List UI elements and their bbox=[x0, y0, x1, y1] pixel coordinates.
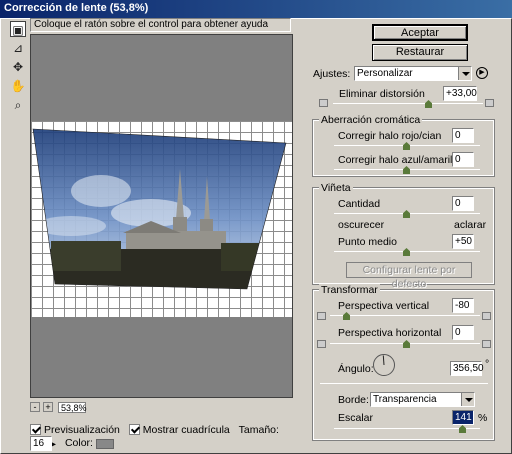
distortion-slider-track[interactable] bbox=[333, 103, 483, 104]
settings-select-value: Personalizar bbox=[357, 68, 413, 79]
zoom-out-button[interactable]: - bbox=[30, 402, 40, 412]
scale-slider-thumb[interactable] bbox=[459, 425, 466, 433]
hand-tool-icon[interactable]: ✋ bbox=[10, 78, 26, 94]
vignette-title: Viñeta bbox=[319, 182, 353, 194]
settings-label: Ajustes: bbox=[313, 68, 351, 80]
size-arrow-icon[interactable]: ▸ bbox=[52, 439, 56, 448]
horizontal-perspective-max-icon bbox=[482, 340, 491, 348]
vertical-perspective-label: Perspectiva vertical bbox=[338, 300, 430, 312]
horizontal-perspective-field[interactable]: 0 bbox=[452, 325, 474, 340]
move-grid-tool-icon[interactable]: ✥ bbox=[10, 59, 26, 75]
angle-dial[interactable] bbox=[372, 353, 396, 377]
distortion-field[interactable]: +33,00 bbox=[443, 86, 477, 101]
red-cyan-slider-thumb[interactable] bbox=[403, 142, 410, 150]
edge-select[interactable]: Transparencia bbox=[370, 392, 475, 407]
vertical-perspective-field[interactable]: -80 bbox=[452, 298, 474, 313]
lighten-label: aclarar bbox=[454, 219, 487, 231]
scale-field[interactable]: 141 bbox=[452, 410, 474, 425]
horizontal-perspective-label: Perspectiva horizontal bbox=[338, 327, 442, 339]
zoom-bar: - + 53,8% bbox=[30, 402, 293, 416]
vertical-perspective-slider-track[interactable] bbox=[330, 315, 480, 316]
zoom-tool-icon[interactable]: ⌕ bbox=[10, 97, 26, 113]
vertical-perspective-min-icon bbox=[317, 312, 326, 320]
amount-label: Cantidad bbox=[338, 198, 381, 210]
window-title: Corrección de lente (53,8%) bbox=[0, 0, 512, 18]
edge-label: Borde: bbox=[338, 394, 369, 406]
help-text: Coloque el ratón sobre el control para o… bbox=[30, 18, 291, 32]
zoom-in-button[interactable]: + bbox=[43, 402, 53, 412]
lens-correction-tool-icon[interactable]: ▣ bbox=[10, 21, 26, 37]
distortion-slider-thumb[interactable] bbox=[425, 100, 432, 108]
blue-yellow-slider-thumb[interactable] bbox=[403, 166, 410, 174]
midpoint-label: Punto medio bbox=[338, 236, 397, 248]
chromatic-title: Aberración cromática bbox=[319, 114, 423, 126]
scale-unit: % bbox=[478, 412, 488, 424]
angle-field[interactable]: 356,50 bbox=[450, 361, 484, 376]
ok-button[interactable]: Aceptar bbox=[372, 24, 468, 41]
toolbox: ▣ ⊿ ✥ ✋ ⌕ bbox=[8, 20, 28, 116]
size-label: Tamaño: bbox=[238, 424, 279, 436]
distortion-label: Eliminar distorsión bbox=[339, 88, 425, 100]
vignette-group: Viñeta Cantidad 0 oscurecer aclarar Punt… bbox=[312, 182, 495, 290]
pincushion-icon bbox=[319, 99, 328, 107]
preview-options: Previsualización Mostrar cuadrícula Tama… bbox=[30, 424, 300, 451]
red-cyan-label: Corregir halo rojo/cian bbox=[338, 130, 442, 142]
size-field[interactable]: 16 bbox=[30, 436, 52, 451]
vertical-perspective-max-icon bbox=[482, 312, 491, 320]
chevron-down-icon bbox=[458, 67, 471, 80]
amount-field[interactable]: 0 bbox=[452, 196, 474, 211]
show-grid-label: Mostrar cuadrícula bbox=[142, 424, 230, 436]
grid-color-swatch[interactable] bbox=[95, 438, 114, 449]
color-label: Color: bbox=[64, 437, 93, 450]
preview-image bbox=[32, 128, 287, 290]
horizontal-perspective-min-icon bbox=[317, 340, 326, 348]
vertical-perspective-slider-thumb[interactable] bbox=[343, 312, 350, 320]
amount-slider-thumb[interactable] bbox=[403, 210, 410, 218]
settings-panel: Ajustes: Personalizar ▶ Eliminar distors… bbox=[309, 62, 502, 444]
transform-group: Transformar Perspectiva vertical -80 Per… bbox=[312, 284, 495, 441]
chromatic-group: Aberración cromática Corregir halo rojo/… bbox=[312, 114, 495, 177]
barrel-icon bbox=[485, 99, 494, 107]
preview-checkbox[interactable] bbox=[30, 424, 41, 435]
transform-title: Transformar bbox=[319, 284, 380, 296]
blue-yellow-label: Corregir halo azul/amarillo bbox=[338, 154, 461, 166]
midpoint-field[interactable]: +50 bbox=[452, 234, 474, 249]
straighten-tool-icon[interactable]: ⊿ bbox=[10, 40, 26, 56]
zoom-level[interactable]: 53,8% bbox=[58, 402, 87, 413]
horizontal-perspective-slider-thumb[interactable] bbox=[403, 340, 410, 348]
settings-select[interactable]: Personalizar bbox=[354, 66, 472, 81]
transform-divider bbox=[320, 383, 488, 384]
darken-label: oscurecer bbox=[338, 219, 385, 231]
angle-label: Ángulo: bbox=[338, 363, 374, 375]
chevron-down-icon bbox=[461, 393, 474, 406]
preview-canvas bbox=[31, 121, 292, 317]
blue-yellow-field[interactable]: 0 bbox=[452, 152, 474, 167]
degree-symbol: ° bbox=[485, 358, 490, 370]
preview-label: Previsualización bbox=[44, 424, 120, 436]
reset-button[interactable]: Restaurar bbox=[372, 44, 468, 61]
edge-select-value: Transparencia bbox=[373, 394, 437, 405]
scale-label: Escalar bbox=[338, 412, 374, 424]
preview-area[interactable] bbox=[30, 34, 293, 398]
settings-menu-icon[interactable]: ▶ bbox=[476, 67, 488, 79]
scale-slider-track[interactable] bbox=[334, 428, 480, 429]
red-cyan-field[interactable]: 0 bbox=[452, 128, 474, 143]
lens-default-button[interactable]: Configurar lente por defecto bbox=[346, 262, 472, 290]
midpoint-slider-thumb[interactable] bbox=[403, 248, 410, 256]
show-grid-checkbox[interactable] bbox=[128, 424, 140, 435]
